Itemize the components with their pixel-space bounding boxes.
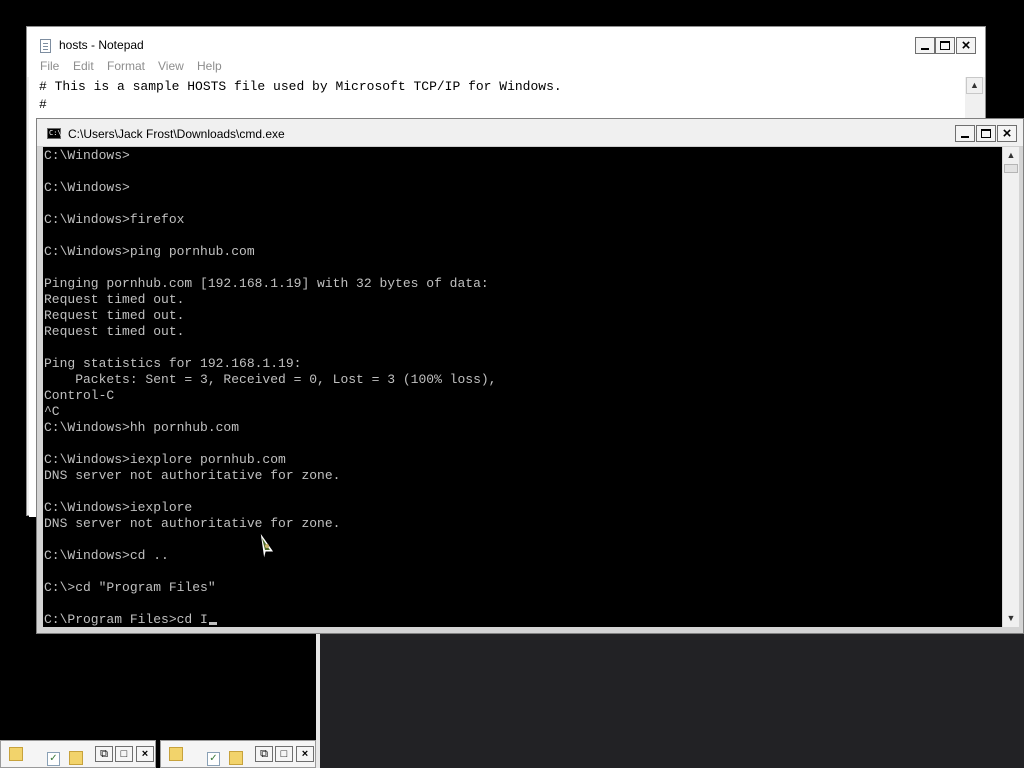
folder-icon — [229, 751, 243, 765]
scroll-up-arrow-icon[interactable]: ▲ — [1003, 147, 1019, 164]
close-button[interactable]: × — [296, 746, 314, 762]
cmd-app-icon: C:\ — [47, 128, 62, 139]
notepad-titlebar[interactable]: hosts - Notepad × — [27, 27, 985, 57]
minimize-icon — [961, 136, 969, 138]
menu-view[interactable]: View — [158, 59, 184, 73]
cmd-maximize-button[interactable] — [976, 125, 996, 142]
menu-file[interactable]: File — [40, 59, 59, 73]
console-line: C:\Windows>hh pornhub.com — [44, 420, 240, 435]
console-line: C:\Windows>iexplore pornhub.com — [44, 452, 286, 467]
cmd-window[interactable]: C:\ C:\Users\Jack Frost\Downloads\cmd.ex… — [36, 118, 1024, 634]
text-caret — [208, 622, 217, 625]
document-check-icon: ✓ — [207, 752, 220, 766]
close-icon: × — [961, 37, 971, 54]
restore-button[interactable]: ⧉ — [255, 746, 273, 762]
folder-icon — [169, 747, 183, 761]
close-button[interactable]: × — [136, 746, 154, 762]
minimize-icon — [921, 48, 929, 50]
console-line: C:\>cd "Program Files" — [44, 580, 216, 595]
notepad-title: hosts - Notepad — [59, 38, 144, 52]
notepad-menubar: File Edit Format View Help — [27, 57, 985, 77]
cmd-vertical-scrollbar[interactable]: ▲ ▼ — [1002, 147, 1019, 627]
console-line: Pinging pornhub.com [192.168.1.19] with … — [44, 276, 489, 291]
console-line: Ping statistics for 192.168.1.19: — [44, 356, 302, 371]
maximize-button[interactable]: □ — [115, 746, 133, 762]
maximize-icon — [981, 129, 991, 138]
maximize-button[interactable]: □ — [275, 746, 293, 762]
cmd-minimize-button[interactable] — [955, 125, 975, 142]
notepad-minimize-button[interactable] — [915, 37, 935, 54]
menu-help[interactable]: Help — [197, 59, 222, 73]
notepad-line: # — [39, 97, 47, 112]
scroll-down-arrow-icon[interactable]: ▼ — [1003, 610, 1019, 627]
console-line: DNS server not authoritative for zone. — [44, 468, 341, 483]
notepad-maximize-button[interactable] — [935, 37, 955, 54]
cmd-title: C:\Users\Jack Frost\Downloads\cmd.exe — [68, 127, 285, 141]
console-line: C:\Windows>ping pornhub.com — [44, 244, 255, 259]
menu-edit[interactable]: Edit — [73, 59, 94, 73]
document-check-icon: ✓ — [47, 752, 60, 766]
console-line: C:\Windows>iexplore — [44, 500, 193, 515]
notepad-close-button[interactable]: × — [956, 37, 976, 54]
close-icon: × — [1002, 125, 1012, 142]
mouse-cursor-icon — [259, 531, 275, 561]
cmd-close-button[interactable]: × — [997, 125, 1017, 142]
scroll-up-arrow-icon[interactable]: ▲ — [966, 77, 983, 94]
console-line: Request timed out. — [44, 324, 185, 339]
scroll-thumb[interactable] — [1004, 164, 1018, 173]
console-line: C:\Windows>firefox — [44, 212, 185, 227]
console-output[interactable]: C:\Windows> C:\Windows> C:\Windows>firef… — [43, 147, 1004, 627]
console-line: C:\Windows> — [44, 148, 130, 163]
minimized-window-2[interactable]: ✓ ⧉ □ × — [160, 740, 316, 768]
desktop-background — [320, 634, 1024, 768]
console-line: ^C — [44, 404, 60, 419]
console-line: C:\Program Files>cd I — [44, 612, 496, 627]
notepad-line: # This is a sample HOSTS file used by Mi… — [39, 79, 562, 94]
folder-icon — [9, 747, 23, 761]
minimized-window-1[interactable]: ✓ ⧉ □ × — [0, 740, 156, 768]
window-edge — [316, 634, 320, 768]
cmd-titlebar[interactable]: C:\ C:\Users\Jack Frost\Downloads\cmd.ex… — [37, 119, 1023, 147]
console-line: Control-C — [44, 388, 115, 403]
console-line: Request timed out. — [44, 308, 185, 323]
console-line: Packets: Sent = 3, Received = 0, Lost = … — [44, 372, 497, 387]
folder-icon — [69, 751, 83, 765]
console-line: Request timed out. — [44, 292, 185, 307]
maximize-icon — [940, 41, 950, 50]
restore-button[interactable]: ⧉ — [95, 746, 113, 762]
menu-format[interactable]: Format — [107, 59, 145, 73]
notepad-app-icon — [40, 39, 51, 53]
console-line: C:\Windows> — [44, 180, 130, 195]
